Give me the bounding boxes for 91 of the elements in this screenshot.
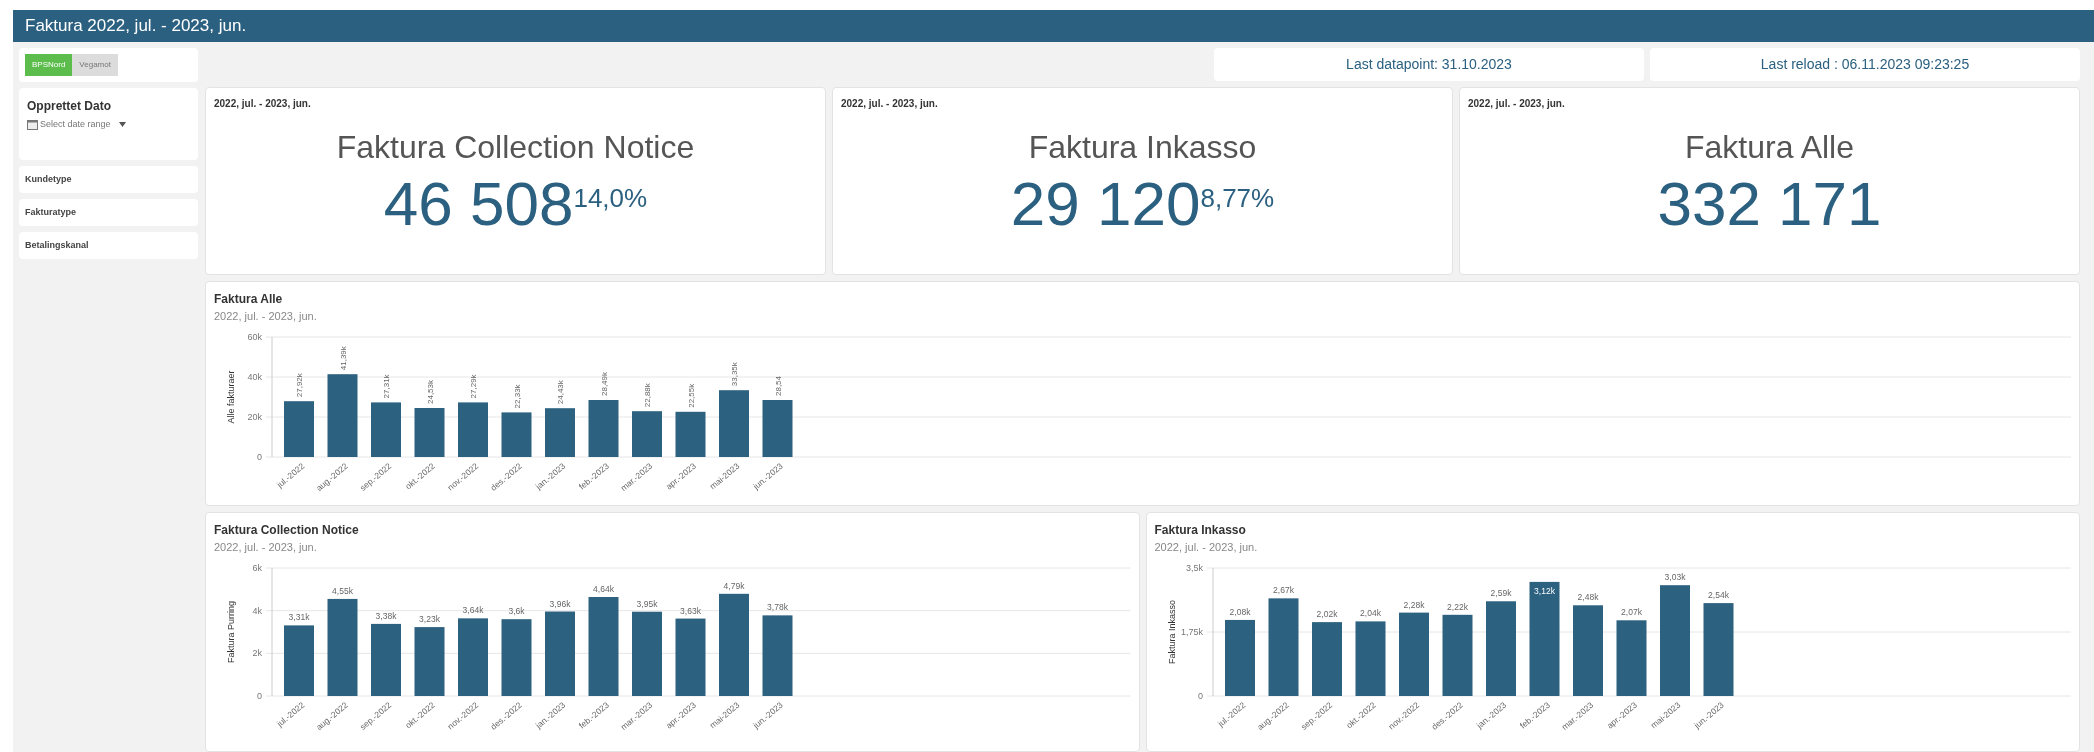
bar xyxy=(762,399,793,457)
value-label: 3,64k xyxy=(462,604,484,615)
axis-title: Faktura Inkasso xyxy=(1166,599,1177,664)
kpi-value: 332 171 xyxy=(1657,173,1882,236)
bar xyxy=(675,411,706,457)
value-label: 3,03k xyxy=(1664,571,1685,582)
axis-tick-label: 0 xyxy=(1197,690,1203,701)
value-label: 3,96k xyxy=(549,598,571,608)
value-label: 27,92k xyxy=(295,373,304,398)
value-label: 2,08k xyxy=(1229,606,1250,617)
value-label: 3,23k xyxy=(419,613,440,624)
value-label: 2,48k xyxy=(1577,591,1598,602)
kpi-percent: 14,0% xyxy=(573,182,648,216)
chart-title: Faktura Alle xyxy=(214,291,284,309)
value-label: 22,88k xyxy=(643,383,652,408)
axis-title: Alle fakturaer xyxy=(226,370,236,424)
bar xyxy=(501,412,532,457)
bar xyxy=(371,402,401,457)
bar xyxy=(458,402,488,457)
caret-icon xyxy=(118,122,126,128)
axis-tick-label: 0 xyxy=(257,451,262,462)
chart-subtitle: 2022, jul. - 2023, jun. xyxy=(214,309,318,325)
bar xyxy=(588,399,619,457)
axis-tick-label: 40k xyxy=(247,371,262,382)
value-label: 2,02k xyxy=(1316,608,1337,619)
kpi-period: 2022, jul. - 2023, jun. xyxy=(1468,97,1566,112)
value-label: 28,49k xyxy=(599,371,609,396)
axis-tick-label: 0 xyxy=(257,690,262,701)
kpi-title: Faktura Collection Notice xyxy=(335,128,696,168)
value-label: 2,67k xyxy=(1272,584,1294,595)
value-label: 27,29k xyxy=(469,374,478,399)
value-label: 3,38k xyxy=(375,610,397,621)
filter-dropdown[interactable]: Fakturatype xyxy=(19,199,198,226)
bar xyxy=(719,390,749,457)
chart-title: Faktura Collection Notice xyxy=(214,522,360,539)
value-label: 22,55k xyxy=(686,383,696,408)
chart-subtitle: 2022, jul. - 2023, jun. xyxy=(1154,540,1259,555)
bar xyxy=(414,626,445,696)
value-label: 4,79k xyxy=(723,580,745,591)
kpi-value: 46 508 xyxy=(383,173,574,236)
value-label: 4,55k xyxy=(332,585,353,596)
page-title: Faktura 2022, jul. - 2023, jun. xyxy=(25,15,247,38)
value-label: 24,43k xyxy=(556,380,565,405)
axis-tick-label: 6k xyxy=(252,562,262,573)
chart-title: Faktura Inkasso xyxy=(1154,522,1247,539)
value-label: 3,6k xyxy=(508,605,525,616)
value-label: 27,31k xyxy=(382,374,391,399)
value-label: 2,04k xyxy=(1359,607,1381,618)
axis-tick-label: 4k xyxy=(252,605,262,616)
value-label: 24,53k xyxy=(425,379,435,404)
bar xyxy=(545,408,575,457)
value-label: 4,64k xyxy=(593,583,614,594)
value-label: 3,63k xyxy=(680,605,701,616)
last-datapoint-text: Last datapoint: 31.10.2023 xyxy=(1346,55,1512,75)
axis-tick-label: 1,75k xyxy=(1180,626,1203,637)
filter-label: Opprettet Dato xyxy=(27,98,112,115)
bar xyxy=(632,411,662,457)
value-label: 41,39k xyxy=(338,346,348,371)
value-label: 22,33k xyxy=(512,384,522,409)
axis-tick-label: 3,5k xyxy=(1185,562,1203,573)
kpi-percent: 8,77% xyxy=(1200,182,1275,216)
axis-tick-label: 60k xyxy=(247,331,262,342)
company-toggle[interactable]: Vegamot xyxy=(72,54,118,76)
value-label: 2,59k xyxy=(1490,587,1511,598)
kpi-title: Faktura Alle xyxy=(1684,128,1855,168)
value-label: 3,95k xyxy=(636,598,658,609)
value-label: 3,12k xyxy=(1533,585,1555,596)
bar xyxy=(284,624,314,696)
value-label: 2,07k xyxy=(1620,606,1642,617)
date-range-picker[interactable]: Select date range xyxy=(27,118,126,132)
axis-tick-label: 20k xyxy=(247,411,262,422)
bar xyxy=(414,407,445,457)
axis-tick-label: 2k xyxy=(252,647,262,658)
kpi-title: Faktura Inkasso xyxy=(1027,128,1258,168)
value-label: 33,35k xyxy=(730,362,739,387)
kpi-value: 29 120 xyxy=(1010,173,1201,236)
value-label: 2,54k xyxy=(1707,589,1729,600)
bar xyxy=(284,401,314,457)
axis-title: Faktura Purring xyxy=(226,600,236,663)
value-label: 3,31k xyxy=(288,611,310,622)
value-label: 28,54 xyxy=(773,375,783,396)
chart-subtitle: 2022, jul. - 2023, jun. xyxy=(214,540,318,555)
value-label: 2,22k xyxy=(1446,601,1468,612)
filter-dropdown[interactable]: Betalingskanal xyxy=(19,232,198,259)
filter-dropdown[interactable]: Kundetype xyxy=(19,166,198,193)
calendar-icon xyxy=(27,119,38,131)
value-label: 3,78k xyxy=(767,601,788,612)
last-reload-text: Last reload : 06.11.2023 09:23:25 xyxy=(1760,55,1970,75)
kpi-period: 2022, jul. - 2023, jun. xyxy=(841,97,939,112)
kpi-period: 2022, jul. - 2023, jun. xyxy=(214,97,312,112)
value-label: 2,28k xyxy=(1403,599,1424,610)
